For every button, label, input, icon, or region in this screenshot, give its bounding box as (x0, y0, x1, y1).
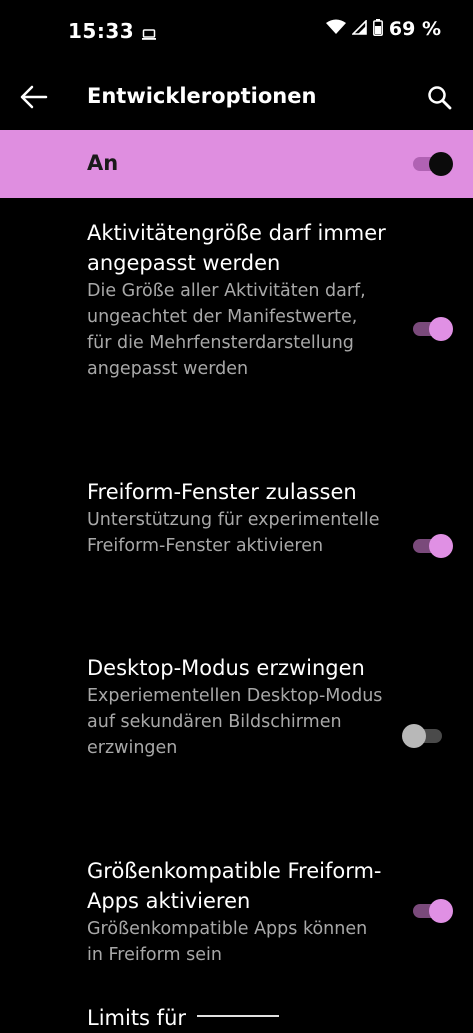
setting-force-desktop-mode[interactable]: Desktop-Modus erzwingen Experiementellen… (87, 653, 387, 761)
setting-title: Aktivitätengröße darf immer angepasst we… (87, 221, 386, 275)
search-icon[interactable] (425, 83, 455, 113)
master-switch-row[interactable]: An (0, 130, 473, 198)
setting-title-partial[interactable]: Limits für (87, 1003, 186, 1033)
signal-icon (350, 18, 367, 39)
battery-percentage: 69 % (388, 18, 441, 40)
setting-size-compat-freeform[interactable]: Größenkompatible Freiform-Apps aktiviere… (87, 856, 387, 968)
toggle-thumb (429, 534, 453, 558)
setting-summary: Die Größe aller Aktivitäten darf, ungeac… (87, 281, 366, 379)
status-time: 15:33 (68, 19, 135, 43)
toggle-resizable-activities[interactable] (413, 317, 453, 341)
master-toggle[interactable] (413, 152, 453, 176)
toggle-thumb (429, 152, 453, 176)
master-switch-label: An (87, 151, 119, 175)
redaction-line (197, 1015, 279, 1017)
setting-summary: Unterstützung für experimentelle Freifor… (87, 510, 380, 556)
app-bar: Entwickleroptionen (0, 62, 473, 130)
page-title: Entwickleroptionen (87, 84, 317, 108)
setting-summary: Größenkompatible Apps können in Freiform… (87, 919, 368, 965)
toggle-force-desktop-mode[interactable] (402, 724, 442, 748)
toggle-thumb (429, 317, 453, 341)
toggle-thumb (402, 724, 426, 748)
setting-title: Freiform-Fenster zulassen (87, 480, 357, 504)
toggle-thumb (429, 899, 453, 923)
setting-resizable-activities[interactable]: Aktivitätengröße darf immer angepasst we… (87, 218, 387, 382)
toggle-size-compat-freeform[interactable] (413, 899, 453, 923)
toggle-freeform-windows[interactable] (413, 534, 453, 558)
back-arrow-icon[interactable] (18, 82, 50, 112)
setting-freeform-windows[interactable]: Freiform-Fenster zulassen Unterstützung … (87, 477, 387, 559)
battery-icon (372, 18, 383, 40)
setting-summary: Experiementellen Desktop-Modus auf sekun… (87, 686, 383, 758)
setting-title: Desktop-Modus erzwingen (87, 656, 365, 680)
setting-title: Größenkompatible Freiform-Apps aktiviere… (87, 859, 382, 913)
cast-icon (142, 25, 156, 44)
wifi-icon (325, 19, 346, 39)
status-bar: 15:33 69 % (0, 0, 473, 62)
status-icons: 69 % (325, 18, 441, 40)
